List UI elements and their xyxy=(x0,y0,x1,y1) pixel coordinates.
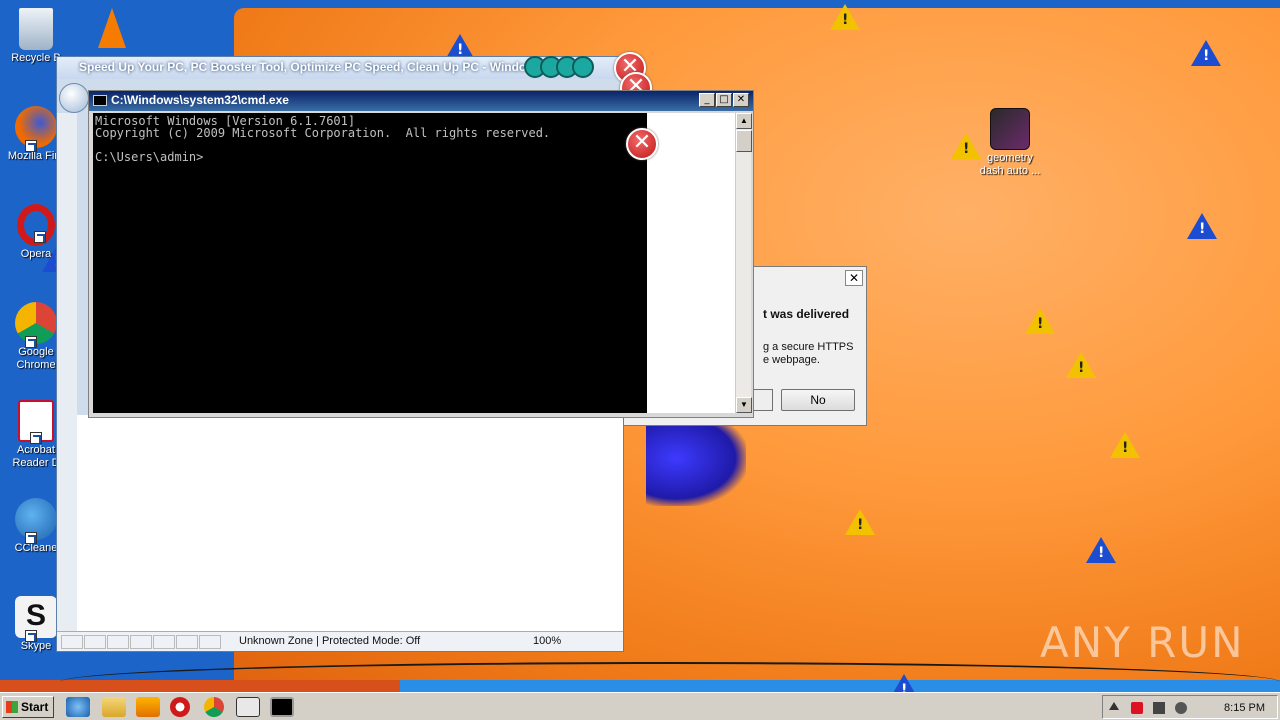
recycle-bin-icon xyxy=(19,8,53,50)
warning-icon xyxy=(845,509,875,535)
firefox-icon xyxy=(15,106,57,152)
shortcut-arrow-icon xyxy=(25,336,37,348)
ie-status-bar: Unknown Zone | Protected Mode: Off 100% xyxy=(57,631,623,651)
acrobat-icon xyxy=(18,400,54,444)
action-center-icon[interactable] xyxy=(1131,702,1143,714)
shortcut-arrow-icon xyxy=(25,140,37,152)
dialog-text: g a secure HTTPS e webpage. xyxy=(763,341,853,367)
shortcut-arrow-icon xyxy=(34,231,46,243)
scroll-up-icon[interactable]: ▲ xyxy=(736,113,752,129)
volume-icon[interactable] xyxy=(1175,702,1187,714)
zoom-level[interactable]: 100% xyxy=(533,635,561,647)
shortcut-arrow-icon xyxy=(30,432,42,444)
console-prompt: C:\Users\admin> xyxy=(95,150,204,164)
ccleaner-icon xyxy=(15,498,57,544)
windows-logo-icon xyxy=(6,701,18,713)
skype-icon: S xyxy=(15,596,57,642)
dialog-text-line: e webpage. xyxy=(763,354,820,366)
ie-favorites-strip xyxy=(57,113,77,633)
warning-icon xyxy=(951,133,981,159)
status-cells xyxy=(61,635,222,652)
desktop-icon-geometry-dash[interactable]: geometry dash auto ... xyxy=(974,108,1046,178)
dialog-close-button[interactable]: ✕ xyxy=(845,270,863,286)
dialog-yes-button[interactable] xyxy=(753,389,773,411)
vlc-icon[interactable] xyxy=(98,8,126,48)
security-zone-label: Unknown Zone | Protected Mode: Off xyxy=(239,635,421,647)
network-icon[interactable] xyxy=(1153,702,1165,714)
cmd-console[interactable]: Microsoft Windows [Version 6.1.7601] Copy… xyxy=(93,113,647,413)
anyrun-watermark: ANY RUN xyxy=(1040,618,1245,667)
info-warning-icon xyxy=(1086,537,1116,563)
cmd-window-controls: _ □ ✕ xyxy=(698,93,749,107)
cmd-window-title: C:\Windows\system32\cmd.exe xyxy=(89,91,753,111)
cmd-scrollbar[interactable]: ▲ ▼ xyxy=(735,113,752,413)
scroll-down-icon[interactable]: ▼ xyxy=(736,397,752,413)
maximize-button[interactable]: □ xyxy=(716,93,732,107)
desktop-icon-label: geometry dash auto ... xyxy=(979,152,1041,177)
cmd-blank-area xyxy=(647,113,735,413)
cmd-taskbar-icon[interactable] xyxy=(270,697,294,717)
taskbar: Start 8:15 PM xyxy=(0,692,1280,720)
shortcut-arrow-icon xyxy=(25,630,37,642)
warning-icon xyxy=(1110,432,1140,458)
media-player-taskbar-icon[interactable] xyxy=(136,697,160,717)
show-hidden-icons-icon[interactable] xyxy=(1109,702,1119,710)
spinner-icons xyxy=(524,56,624,78)
info-warning-icon xyxy=(1191,40,1221,66)
dialog-heading: t was delivered xyxy=(763,307,850,321)
start-button[interactable]: Start xyxy=(2,696,54,718)
dialog-no-button[interactable]: No xyxy=(781,389,855,411)
opera-taskbar-icon[interactable] xyxy=(170,697,190,717)
shortcut-arrow-icon xyxy=(25,532,37,544)
explorer-taskbar-icon[interactable] xyxy=(102,697,126,717)
ie-page-content xyxy=(77,415,623,633)
geometry-dash-icon xyxy=(990,108,1030,150)
minimize-button[interactable]: _ xyxy=(699,93,715,107)
warning-icon xyxy=(1066,352,1096,378)
system-tray: 8:15 PM xyxy=(1102,695,1278,719)
start-label: Start xyxy=(21,700,49,714)
warning-icon xyxy=(830,4,860,30)
console-line: Copyright (c) 2009 Microsoft Corporation… xyxy=(95,126,551,140)
opera-icon xyxy=(17,204,55,246)
scroll-thumb[interactable] xyxy=(736,130,752,152)
dialog-text-line: g a secure HTTPS xyxy=(763,341,854,353)
wallpaper-wisp xyxy=(646,426,746,506)
taskbar-clock[interactable]: 8:15 PM xyxy=(1224,702,1265,714)
chrome-icon xyxy=(15,302,57,348)
error-icon: ✕ xyxy=(626,128,658,160)
info-warning-icon xyxy=(1187,213,1217,239)
close-button[interactable]: ✕ xyxy=(733,93,749,107)
chrome-taskbar-icon[interactable] xyxy=(204,697,224,717)
cmd-app-icon xyxy=(93,95,107,106)
ie-taskbar-icon[interactable] xyxy=(66,697,90,717)
back-button[interactable] xyxy=(59,83,89,113)
7zip-taskbar-icon[interactable] xyxy=(236,697,260,717)
warning-icon xyxy=(1025,308,1055,334)
